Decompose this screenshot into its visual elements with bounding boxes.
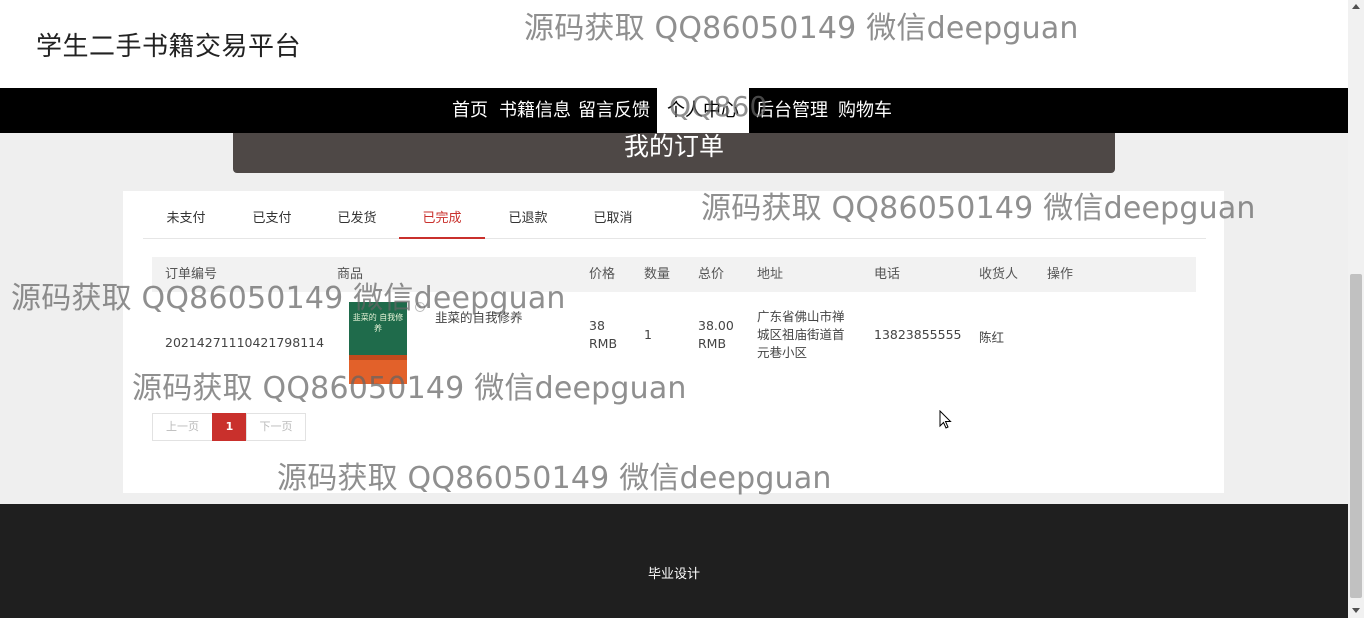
th-address: 地址 <box>757 267 784 282</box>
price-cell: 38 RMB <box>589 318 618 351</box>
nav-item-cart[interactable]: 购物车 <box>834 88 896 133</box>
tab-cancelled[interactable]: 已取消 <box>570 191 656 239</box>
total-cell: 38.00 RMB <box>698 318 734 351</box>
page-1-button[interactable]: 1 <box>212 413 247 441</box>
next-page-button[interactable]: 下一页 <box>246 413 306 441</box>
main-nav: 首页 书籍信息 留言反馈 个人中心 后台管理 购物车 <box>0 88 1348 133</box>
th-order-id: 订单编号 <box>165 267 218 282</box>
site-footer: 毕业设计 <box>0 504 1348 618</box>
nav-item-user-center[interactable]: 个人中心 <box>657 88 749 133</box>
th-receiver: 收货人 <box>979 267 1019 282</box>
tab-unpaid[interactable]: 未支付 <box>143 191 229 239</box>
address-cell: 广东省佛山市禅城区祖庙街道首元巷小区 <box>757 309 845 360</box>
mouse-cursor-icon <box>939 410 952 429</box>
phone-cell: 13823855555 <box>874 327 962 342</box>
receiver-cell: 陈红 <box>979 330 1005 345</box>
site-header: 学生二手书籍交易平台 <box>0 0 1348 88</box>
nav-item-home[interactable]: 首页 <box>447 88 493 133</box>
order-id-cell: 20214271110421798114 <box>165 335 325 350</box>
order-status-tabs: 未支付 已支付 已发货 已完成 已退款 已取消 <box>143 191 1206 239</box>
tab-paid[interactable]: 已支付 <box>229 191 315 239</box>
book-cover-image[interactable]: 韭菜的 自我修养 <box>349 302 407 384</box>
table-row: 20214271110421798114 韭菜的 自我修养 i 韭菜的自我修养 … <box>152 292 1196 397</box>
nav-item-admin[interactable]: 后台管理 <box>752 88 832 133</box>
footer-text: 毕业设计 <box>647 567 700 582</box>
page-title-banner: 我的订单 <box>233 133 1115 173</box>
tab-completed[interactable]: 已完成 <box>399 191 485 239</box>
vertical-scrollbar[interactable] <box>1348 0 1364 618</box>
th-total: 总价 <box>698 267 725 282</box>
info-icon: i <box>415 302 425 312</box>
tab-refunded[interactable]: 已退款 <box>485 191 571 239</box>
th-price: 价格 <box>589 267 616 282</box>
scroll-up-arrow-icon[interactable] <box>1352 4 1360 9</box>
orders-panel: 未支付 已支付 已发货 已完成 已退款 已取消 订单编号 商品 价格 数量 总价… <box>123 191 1224 493</box>
nav-item-feedback[interactable]: 留言反馈 <box>575 88 653 133</box>
table-header: 订单编号 商品 价格 数量 总价 地址 电话 收货人 操作 <box>152 257 1196 292</box>
product-name-link[interactable]: 韭菜的自我修养 <box>435 307 523 326</box>
th-action: 操作 <box>1047 267 1074 282</box>
quantity-cell: 1 <box>644 327 652 342</box>
nav-item-books[interactable]: 书籍信息 <box>496 88 574 133</box>
cover-band <box>349 360 407 384</box>
book-cover-title: 韭菜的 自我修养 <box>352 313 404 333</box>
prev-page-button[interactable]: 上一页 <box>152 413 213 441</box>
tab-shipped[interactable]: 已发货 <box>314 191 400 239</box>
th-phone: 电话 <box>874 267 901 282</box>
site-title: 学生二手书籍交易平台 <box>36 32 302 62</box>
scroll-down-arrow-icon[interactable] <box>1352 608 1360 613</box>
th-product: 商品 <box>337 267 364 282</box>
th-quantity: 数量 <box>644 267 671 282</box>
scrollbar-thumb[interactable] <box>1350 274 1362 598</box>
